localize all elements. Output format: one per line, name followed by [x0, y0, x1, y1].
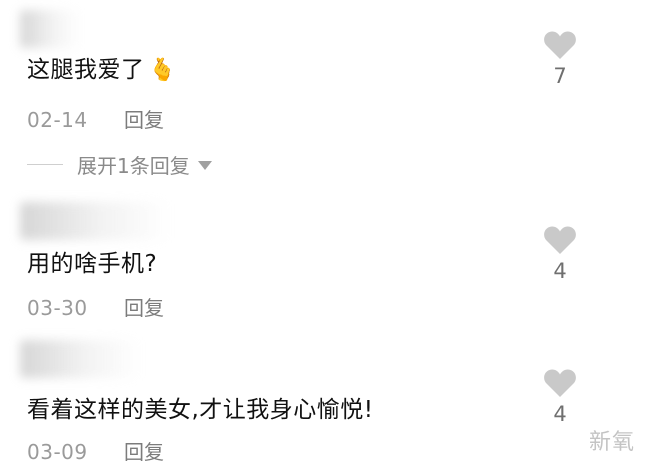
- comment-text: 用的啥手机?: [27, 251, 158, 277]
- comment-item: 用的啥手机? 03-30 回复 4: [0, 190, 649, 330]
- comment-item: 看着这样的美女,才让我身心愉悦! 03-09 回复 4: [0, 330, 649, 470]
- divider: [27, 163, 63, 165]
- heart-icon: [544, 31, 576, 59]
- expand-replies-button[interactable]: 展开1条回复: [27, 150, 212, 178]
- heart-icon: [544, 226, 576, 254]
- reply-button[interactable]: 回复: [124, 108, 164, 132]
- like-button[interactable]: 4: [540, 368, 580, 426]
- like-count: 7: [553, 64, 567, 88]
- comment-date: 03-09: [27, 440, 88, 464]
- like-count: 4: [553, 259, 567, 283]
- reply-button[interactable]: 回复: [124, 296, 164, 320]
- comment-text: 看着这样的美女,才让我身心愉悦!: [27, 397, 374, 423]
- like-count: 4: [553, 402, 567, 426]
- comment-text: 这腿我爱了 🫰: [27, 57, 177, 83]
- comment-date: 02-14: [27, 108, 88, 132]
- reply-button[interactable]: 回复: [124, 440, 164, 464]
- like-button[interactable]: 7: [540, 30, 580, 88]
- comment-item: 这腿我爱了 🫰 02-14 回复 7 展开1条回复: [0, 0, 649, 190]
- blurred-username: [20, 340, 140, 378]
- caret-down-icon: [197, 160, 212, 170]
- comment-meta: 03-30 回复: [27, 292, 164, 321]
- comment-date: 03-30: [27, 296, 88, 320]
- blurred-username: [20, 202, 170, 240]
- heart-icon: [544, 369, 576, 397]
- watermark: 新氧: [588, 430, 635, 455]
- like-button[interactable]: 4: [540, 225, 580, 283]
- expand-replies-label: 展开1条回复: [77, 153, 190, 178]
- comment-meta: 03-09 回复: [27, 436, 164, 465]
- comment-meta: 02-14 回复: [27, 104, 164, 133]
- finger-heart-emoji-icon: 🫰: [148, 58, 177, 83]
- blurred-username: [20, 10, 80, 48]
